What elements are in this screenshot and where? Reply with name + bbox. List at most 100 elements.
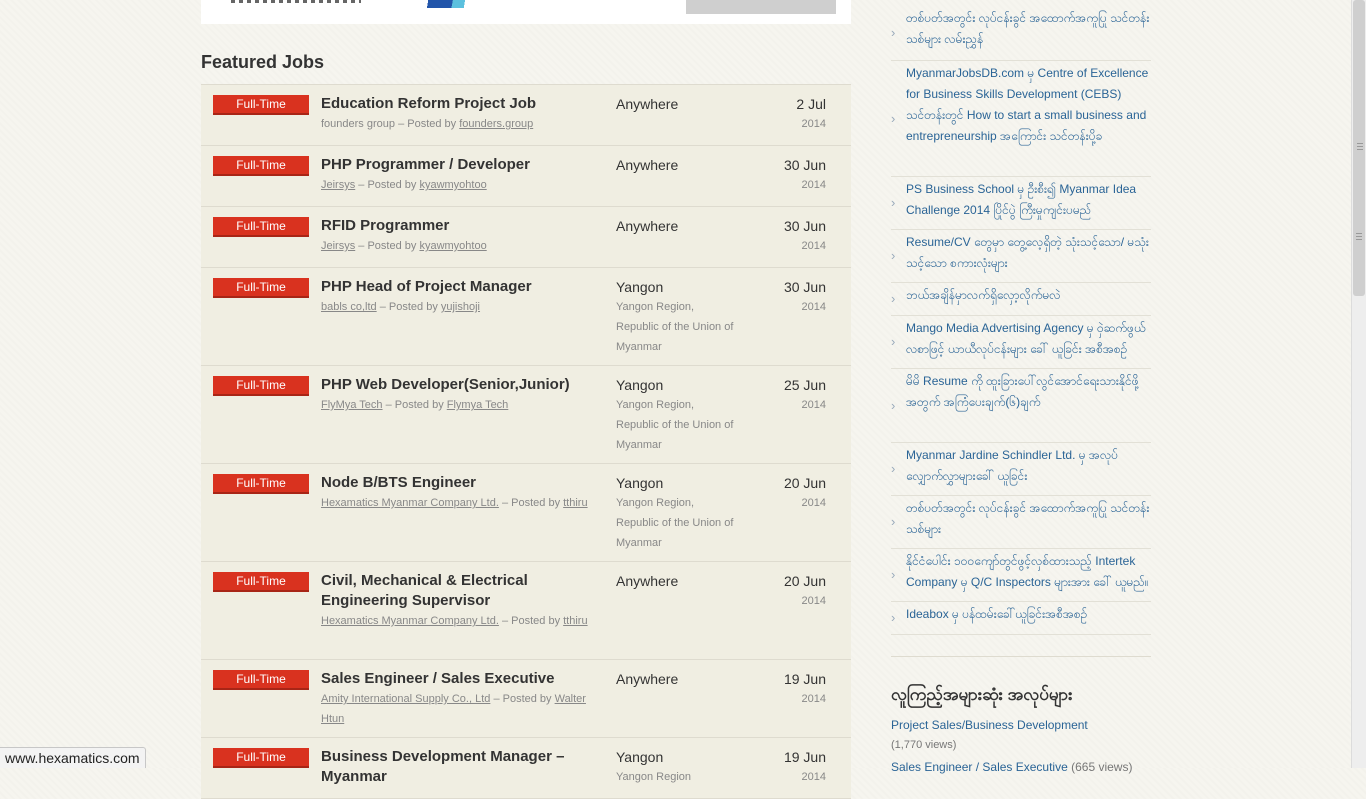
job-date: 2 Jul bbox=[796, 96, 826, 112]
job-row[interactable]: Full-Time RFID Programmer Jeirsys – Posted… bbox=[201, 207, 851, 268]
top-banner bbox=[201, 0, 851, 24]
poster-link[interactable]: kyawmyohtoo bbox=[419, 240, 486, 252]
job-meta: Hexamatics Myanmar Company Ltd. – Posted… bbox=[321, 611, 596, 631]
job-row[interactable]: Full-Time PHP Web Developer(Senior,Junior… bbox=[201, 366, 851, 464]
company-name: founders group bbox=[321, 118, 395, 130]
chevron-right-icon: › bbox=[891, 610, 896, 625]
poster-link[interactable]: yujishoji bbox=[441, 301, 480, 313]
thumb-grip bbox=[1357, 149, 1363, 150]
sidebar-post-link[interactable]: တစ်ပတ်အတွင်း လုပ်ငန်းခွင် အထောက်အကူပြု သ… bbox=[906, 498, 1151, 540]
job-date: 30 Jun bbox=[783, 279, 826, 295]
track-grip bbox=[1356, 239, 1362, 240]
job-title[interactable]: Education Reform Project Job bbox=[321, 94, 571, 114]
job-meta: Jeirsys – Posted by kyawmyohtoo bbox=[321, 236, 596, 256]
job-row[interactable]: Full-Time Civil, Mechanical & Electrical … bbox=[201, 562, 851, 660]
job-title[interactable]: RFID Programmer bbox=[321, 216, 571, 236]
sidebar-post-item: › Ideabox မှ ပန်ထမ်းခေါ်ယူခြင်းအစီအစဉ် bbox=[891, 604, 1151, 635]
job-date: 20 Jun bbox=[783, 475, 826, 491]
job-year: 2014 bbox=[801, 179, 826, 191]
sidebar-post-item: › Resume/CV တွေမှာ တွေ့လေ့ရှိတဲ့ သုံးသင့်… bbox=[891, 232, 1151, 283]
job-meta: founders group – Posted by founders.grou… bbox=[321, 114, 596, 134]
company-link[interactable]: babls co,ltd bbox=[321, 301, 377, 313]
chevron-right-icon: › bbox=[891, 248, 896, 263]
job-row[interactable]: Full-Time Sales Engineer / Sales Executiv… bbox=[201, 660, 851, 738]
popular-job-link[interactable]: Project Sales/Business Development bbox=[891, 718, 1088, 732]
page-scrollbar[interactable] bbox=[1351, 0, 1366, 768]
posted-by-label: – Posted by bbox=[501, 497, 561, 509]
sidebar-post-link[interactable]: Resume/CV တွေမှာ တွေ့လေ့ရှိတဲ့ သုံးသင့်သ… bbox=[906, 232, 1151, 274]
job-location-detail: Yangon Region, Republic of the Union of … bbox=[616, 301, 734, 353]
job-date: 30 Jun bbox=[783, 218, 826, 234]
sidebar-post-link[interactable]: MyanmarJobsDB.com မှ Centre of Excellenc… bbox=[906, 63, 1151, 147]
sidebar-post-link[interactable]: Ideabox မှ ပန်ထမ်းခေါ်ယူခြင်းအစီအစဉ် bbox=[906, 604, 1151, 625]
company-link[interactable]: Hexamatics Myanmar Company Ltd. bbox=[321, 615, 499, 627]
job-year: 2014 bbox=[801, 301, 826, 313]
banner-ad[interactable] bbox=[686, 0, 836, 14]
banner-logo-mark bbox=[416, 0, 476, 8]
sidebar-post-link[interactable]: မိမိ Resume ကို ထူးခြားပေါ်လွင်အောင်ရေးသ… bbox=[906, 371, 1151, 413]
banner-logo-text bbox=[231, 0, 361, 3]
company-link[interactable]: Amity International Supply Co., Ltd bbox=[321, 693, 490, 705]
sidebar-post-link[interactable]: Mango Media Advertising Agency မှ ဝှဲဆက်… bbox=[906, 318, 1151, 360]
featured-jobs-list: Full-Time Education Reform Project Job fou… bbox=[201, 84, 851, 799]
sidebar-post-link[interactable]: PS Business School မှ ဦးစီး၍ Myanmar Ide… bbox=[906, 179, 1151, 221]
company-link[interactable]: FlyMya Tech bbox=[321, 399, 383, 411]
job-meta: Jeirsys – Posted by kyawmyohtoo bbox=[321, 175, 596, 195]
poster-link[interactable]: Flymya Tech bbox=[447, 399, 509, 411]
chevron-right-icon: › bbox=[891, 398, 896, 413]
company-link[interactable]: Jeirsys bbox=[321, 240, 355, 252]
chevron-right-icon: › bbox=[891, 195, 896, 210]
job-type-badge: Full-Time bbox=[213, 156, 309, 176]
job-location: Anywhere bbox=[616, 157, 679, 173]
sidebar-post-link[interactable]: Myanmar Jardine Schindler Ltd. မှ အလုပ်လ… bbox=[906, 445, 1151, 487]
job-title[interactable]: PHP Programmer / Developer bbox=[321, 155, 571, 175]
sidebar-post-link[interactable]: တစ်ပတ်အတွင်း လုပ်ငန်းခွင် အထောက်အကူပြု သ… bbox=[906, 8, 1151, 50]
job-title[interactable]: PHP Web Developer(Senior,Junior) bbox=[321, 375, 571, 395]
sidebar-post-link[interactable]: ဘယ်အချိန်မှာလက်ရှိလှော့လိုက်မလဲ bbox=[906, 285, 1151, 306]
job-title[interactable]: Sales Engineer / Sales Executive bbox=[321, 669, 571, 689]
chevron-right-icon: › bbox=[891, 291, 896, 306]
job-title[interactable]: PHP Head of Project Manager bbox=[321, 277, 571, 297]
sidebar-post-item: › PS Business School မှ ဦးစီး၍ Myanmar Id… bbox=[891, 179, 1151, 230]
job-type-badge: Full-Time bbox=[213, 376, 309, 396]
popular-job-item: Sales Engineer / Sales Executive (665 vi… bbox=[891, 760, 1132, 774]
job-location: Anywhere bbox=[616, 96, 679, 112]
job-meta: Hexamatics Myanmar Company Ltd. – Posted… bbox=[321, 493, 596, 513]
popular-jobs-title: လူကြည့်အများဆုံး အလုပ်များ bbox=[891, 685, 1073, 704]
job-row[interactable]: Full-Time Business Development Manager – … bbox=[201, 738, 851, 799]
sidebar-divider bbox=[891, 656, 1151, 657]
job-location-detail: Yangon Region bbox=[616, 771, 692, 783]
scrollbar-thumb[interactable] bbox=[1353, 0, 1365, 296]
sidebar-post-link[interactable]: နိုင်ငံပေါင်း ၁၀၀ကျော်တွင်ဖွင့်လှစ်ထားသည… bbox=[906, 551, 1151, 593]
job-type-badge: Full-Time bbox=[213, 95, 309, 115]
chevron-right-icon: › bbox=[891, 514, 896, 529]
job-location: Yangon bbox=[616, 475, 664, 491]
company-link[interactable]: Jeirsys bbox=[321, 179, 355, 191]
poster-link[interactable]: tthiru bbox=[563, 615, 587, 627]
job-year: 2014 bbox=[801, 693, 826, 705]
sidebar-post-item: › ဘယ်အချိန်မှာလက်ရှိလှော့လိုက်မလဲ bbox=[891, 285, 1151, 316]
job-row[interactable]: Full-Time Node B/BTS Engineer Hexamatics M… bbox=[201, 464, 851, 562]
track-grip bbox=[1356, 233, 1362, 234]
poster-link[interactable]: tthiru bbox=[563, 497, 587, 509]
track-grip bbox=[1356, 236, 1362, 237]
popular-job-link[interactable]: Sales Engineer / Sales Executive bbox=[891, 760, 1068, 774]
job-title[interactable]: Civil, Mechanical & Electrical Engineeri… bbox=[321, 571, 571, 611]
job-location-detail: Yangon Region, Republic of the Union of … bbox=[616, 399, 734, 451]
job-meta: Amity International Supply Co., Ltd – Po… bbox=[321, 689, 596, 729]
posted-by-label: – Posted by bbox=[358, 240, 417, 252]
job-year: 2014 bbox=[801, 771, 826, 783]
job-row[interactable]: Full-Time PHP Programmer / Developer Jeirs… bbox=[201, 146, 851, 207]
job-year: 2014 bbox=[801, 497, 826, 509]
poster-link[interactable]: founders.group bbox=[459, 118, 533, 130]
featured-jobs-title: Featured Jobs bbox=[201, 52, 325, 72]
posted-by-label: – Posted by bbox=[501, 615, 561, 627]
job-row[interactable]: Full-Time PHP Head of Project Manager babl… bbox=[201, 268, 851, 366]
company-link[interactable]: Hexamatics Myanmar Company Ltd. bbox=[321, 497, 499, 509]
job-date: 19 Jun bbox=[783, 749, 826, 765]
job-row[interactable]: Full-Time Education Reform Project Job fou… bbox=[201, 85, 851, 146]
poster-link[interactable]: kyawmyohtoo bbox=[419, 179, 486, 191]
job-title[interactable]: Node B/BTS Engineer bbox=[321, 473, 571, 493]
job-title[interactable]: Business Development Manager – Myanmar bbox=[321, 747, 571, 787]
posted-by-label: – Posted by bbox=[379, 301, 438, 313]
